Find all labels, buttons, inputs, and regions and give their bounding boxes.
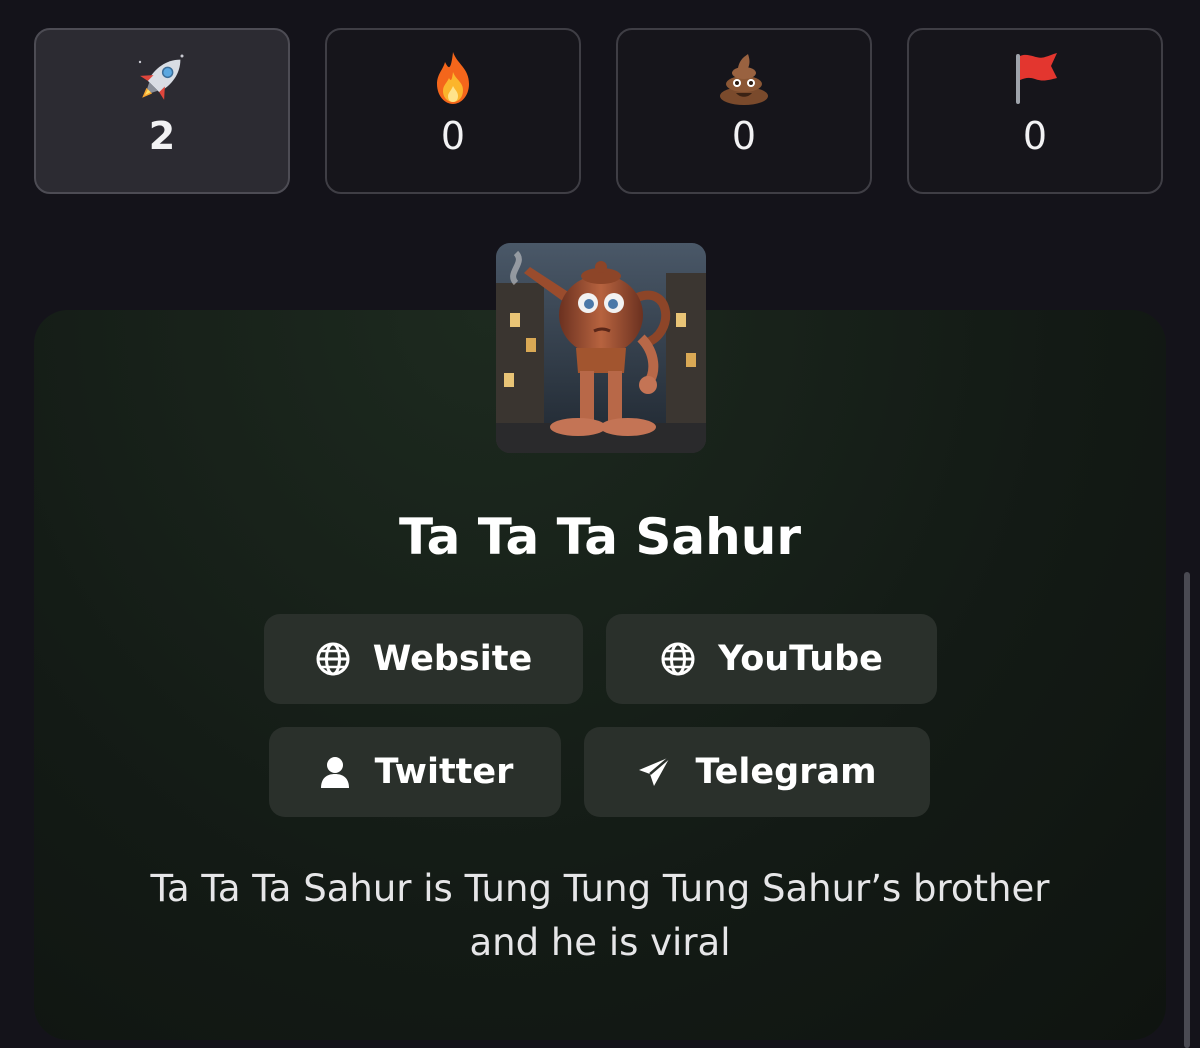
twitter-button[interactable]: Twitter	[269, 727, 561, 817]
reaction-count: 2	[148, 114, 176, 158]
reaction-fire-button[interactable]: 0	[325, 28, 581, 194]
youtube-label: YouTube	[718, 639, 883, 679]
reaction-poop-button[interactable]: 0	[616, 28, 872, 194]
reaction-count: 0	[731, 114, 757, 158]
reaction-rocket-button[interactable]: 2	[34, 28, 290, 194]
user-icon	[317, 754, 353, 790]
website-label: Website	[372, 639, 533, 679]
scrollbar[interactable]	[1184, 572, 1190, 1048]
youtube-button[interactable]: YouTube	[606, 614, 937, 704]
globe-icon	[315, 641, 351, 677]
reaction-bar: 2 0 0 0	[34, 28, 1166, 194]
reaction-red-flag-button[interactable]: 0	[907, 28, 1163, 194]
fire-icon	[423, 48, 483, 108]
red-flag-icon	[1005, 48, 1065, 108]
paper-plane-icon	[637, 754, 673, 790]
token-avatar	[496, 243, 706, 453]
reaction-count: 0	[1022, 114, 1048, 158]
twitter-label: Twitter	[374, 752, 514, 792]
telegram-button[interactable]: Telegram	[584, 727, 930, 817]
globe-icon	[660, 641, 696, 677]
rocket-icon	[132, 48, 192, 108]
token-name: Ta Ta Ta Sahur	[398, 508, 802, 566]
reaction-count: 0	[440, 114, 466, 158]
poop-icon	[714, 48, 774, 108]
website-button[interactable]: Website	[264, 614, 583, 704]
telegram-label: Telegram	[695, 752, 877, 792]
token-description: Ta Ta Ta Sahur is Tung Tung Tung Sahur’s…	[150, 867, 1050, 964]
